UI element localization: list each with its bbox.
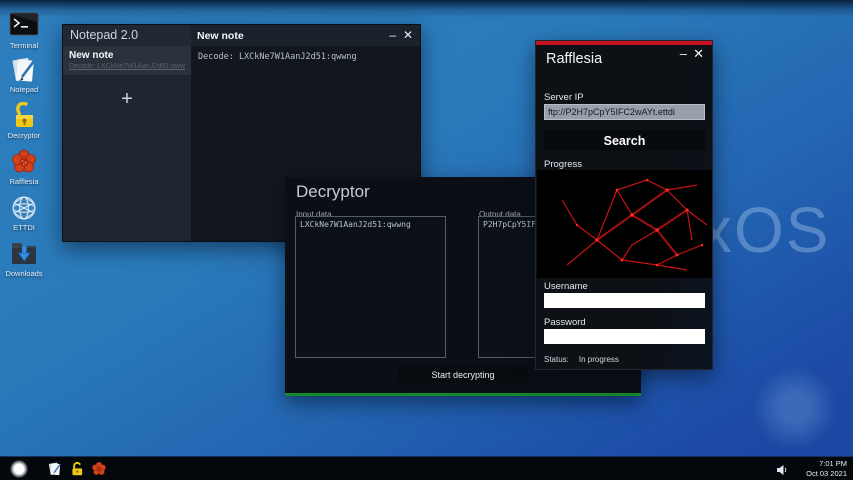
notepad-note-list-item[interactable]: New note Decode: LXCkNe7W1AanJ2d51:qwwn [63, 46, 191, 75]
desktop-icon-label: ETTDI [1, 223, 47, 232]
progress-visualization [537, 170, 712, 278]
desktop-icon-label: Downloads [1, 269, 47, 278]
note-item-preview: Decode: LXCkNe7W1AanJ2d51:qwwn [69, 63, 185, 70]
os-watermark: xOS [700, 193, 830, 267]
desktop-icon-label: Rafflesia [1, 177, 47, 186]
decryptor-window-title: Decryptor [296, 182, 370, 202]
start-button[interactable] [10, 460, 28, 478]
close-button[interactable]: ✕ [693, 46, 704, 62]
taskbar: 7:01 PM Oct 03 2021 [0, 456, 853, 480]
clock-date: Oct 03 2021 [806, 469, 847, 479]
note-content-text: Decode: LXCkNe7W1AanJ2d51:qwwng [198, 52, 413, 62]
username-input[interactable] [544, 293, 705, 308]
notepad-icon [1, 56, 47, 84]
taskbar-decryptor-icon[interactable] [69, 461, 85, 477]
rafflesia-icon red-flower-icon [1, 148, 47, 176]
desktop-icon-rafflesia[interactable]: Rafflesia [1, 148, 47, 186]
close-button[interactable]: ✕ [403, 28, 413, 42]
taskbar-notepad-icon[interactable] [47, 461, 63, 477]
password-label: Password [544, 317, 586, 328]
add-note-button plus-icon[interactable]: + [63, 88, 191, 111]
desktop-icon-decryptor[interactable]: Decryptor [1, 102, 47, 140]
note-item-title: New note [69, 50, 185, 61]
volume-icon[interactable] [776, 463, 788, 475]
desktop-icon-terminal[interactable]: Terminal [1, 12, 47, 50]
terminal-icon [1, 12, 47, 40]
status-label: Status: [544, 355, 569, 364]
server-ip-label: Server IP [544, 92, 584, 103]
username-label: Username [544, 281, 588, 292]
password-input[interactable] [544, 329, 705, 344]
rafflesia-accent-bar [536, 41, 712, 45]
rafflesia-window-title: Rafflesia [546, 51, 602, 67]
desktop-icon-label: Decryptor [1, 131, 47, 140]
notepad-sidebar: New note Decode: LXCkNe7W1AanJ2d51:qwwn … [63, 46, 191, 241]
desktop-icon-downloads[interactable]: Downloads [1, 240, 47, 278]
taskbar-clock[interactable]: 7:01 PM Oct 03 2021 [806, 459, 847, 479]
start-decrypting-button[interactable]: Start decrypting [398, 366, 528, 383]
status-line: Status: In progress [544, 355, 619, 364]
rafflesia-window: Rafflesia – ✕ Server IP Search Progress [535, 40, 713, 370]
minimize-button[interactable]: – [389, 28, 396, 42]
taskbar-rafflesia-icon[interactable] [91, 461, 107, 477]
desktop-icon-label: Terminal [1, 41, 47, 50]
search-button[interactable]: Search [544, 130, 705, 151]
downloads-icon folder-download-icon [1, 240, 47, 268]
desktop-icon-notepad[interactable]: Notepad [1, 56, 47, 94]
input-data-value: LXCkNe7W1AanJ2d51:qwwng [300, 220, 441, 229]
decryptor-icon unlocked-padlock-icon [1, 102, 47, 130]
desktop-icon-label: Notepad [1, 85, 47, 94]
desktop-icon-ettdi[interactable]: ETTDI [1, 194, 47, 232]
desktop: xOS Terminal Notepad Decryptor Raffles [0, 0, 853, 480]
progress-label: Progress [544, 159, 582, 170]
server-ip-input[interactable] [544, 104, 705, 120]
status-value: In progress [579, 355, 619, 364]
minimize-button[interactable]: – [680, 46, 687, 61]
notepad-window-title: Notepad 2.0 [70, 28, 138, 42]
ettdi-icon wireframe-globe-icon [1, 194, 47, 222]
clock-time: 7:01 PM [806, 459, 847, 469]
notepad-active-note-title: New note [197, 30, 244, 42]
notepad-titlebar[interactable]: Notepad 2.0 New note – ✕ [63, 25, 420, 46]
input-data-field[interactable]: LXCkNe7W1AanJ2d51:qwwng [295, 216, 446, 358]
